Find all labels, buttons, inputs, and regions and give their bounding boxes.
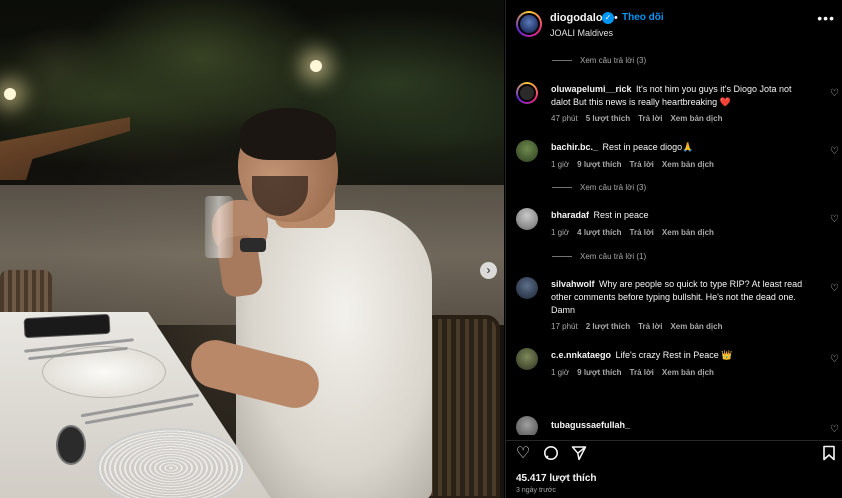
small-heart-icon[interactable]: ♡ (830, 354, 839, 365)
view-replies-button[interactable]: Xem câu trả lời (1) (552, 252, 646, 261)
comment-meta: 17 phút 2 lượt thích Trả lời Xem bản dịch (551, 322, 723, 331)
paper-plane-icon[interactable] (570, 445, 588, 463)
wristwatch (240, 238, 266, 252)
comment-text: tubagussaefullah_ (551, 419, 813, 432)
comment-text: silvahwolf Why are people so quick to ty… (551, 279, 803, 315)
post-photo: › (0, 0, 504, 498)
bookmark-icon[interactable] (820, 445, 838, 463)
comment-username[interactable]: bachir.bc._ (551, 142, 598, 152)
view-replies-button[interactable]: Xem câu trả lời (3) (552, 183, 646, 192)
comment-username[interactable]: bharadaf (551, 210, 589, 220)
comment-meta: 1 giờ 9 lượt thích Trả lời Xem bản dịch (551, 160, 714, 169)
view-replies-button[interactable]: Xem câu trả lời (3) (552, 56, 646, 65)
avatar[interactable] (516, 208, 538, 230)
heart-outline-icon[interactable]: ♡ (514, 445, 532, 463)
avatar (518, 13, 540, 35)
man-hair (240, 108, 336, 160)
comment-username[interactable]: oluwapelumi__rick (551, 84, 632, 94)
post-date[interactable]: 3 ngày trước (516, 487, 556, 494)
follow-button[interactable]: Theo dõi (622, 12, 664, 23)
lamp-light (4, 88, 16, 100)
pray-emoji: 🙏 (682, 142, 694, 152)
separator-dot: • (614, 12, 618, 24)
lamp-light (310, 60, 322, 72)
author-username[interactable]: diogodalot (550, 12, 606, 24)
more-options-icon[interactable]: ••• (817, 10, 835, 26)
chevron-right-icon: › (486, 263, 491, 277)
comment-bubble-icon[interactable] (542, 445, 560, 463)
comments-list[interactable]: Xem câu trả lời (3) oluwapelumi__rick It… (506, 50, 842, 435)
avatar[interactable] (516, 140, 538, 162)
author-avatar-ring[interactable] (516, 11, 542, 37)
spoon (56, 425, 86, 465)
verified-badge-icon: ✓ (602, 12, 614, 24)
avatar[interactable] (516, 82, 538, 104)
comment-meta: 47 phút 5 lượt thích Trả lời Xem bản dịch (551, 114, 723, 123)
comment-username[interactable]: tubagussaefullah_ (551, 420, 630, 430)
wicker-chair (420, 315, 500, 498)
comment-text: oluwapelumi__rick It's not him you guys … (551, 84, 792, 107)
comment-username[interactable]: c.e.nnkataego (551, 350, 611, 360)
comment-username[interactable]: silvahwolf (551, 279, 595, 289)
avatar[interactable] (516, 277, 538, 299)
next-photo-button[interactable]: › (480, 262, 497, 279)
small-heart-icon[interactable]: ♡ (830, 424, 839, 435)
comment-text: c.e.nnkataego Life's crazy Rest in Peace… (551, 350, 733, 360)
post-location[interactable]: JOALI Maldives (550, 28, 613, 38)
small-heart-icon[interactable]: ♡ (830, 283, 839, 294)
post-side-panel: diogodalot ✓ • Theo dõi JOALI Maldives •… (505, 0, 842, 498)
drinking-glass (205, 196, 233, 258)
avatar[interactable] (516, 348, 538, 370)
post-action-bar: ♡ (506, 440, 842, 462)
comment-meta: 1 giờ 4 lượt thích Trả lời Xem bản dịch (551, 228, 714, 237)
small-heart-icon[interactable]: ♡ (830, 214, 839, 225)
small-heart-icon[interactable]: ♡ (830, 88, 839, 99)
broken-heart-emoji: ❤️ (719, 97, 731, 107)
avatar[interactable] (516, 416, 538, 435)
small-heart-icon[interactable]: ♡ (830, 146, 839, 157)
crown-emoji: 👑 (721, 350, 733, 360)
comment-text: bharadaf Rest in peace (551, 210, 649, 220)
comment-text: bachir.bc._ Rest in peace diogo🙏 (551, 142, 694, 152)
likes-count[interactable]: 45.417 lượt thích (516, 473, 597, 484)
comment-meta: 1 giờ 9 lượt thích Trả lời Xem bản dịch (551, 368, 714, 377)
glass-plate (96, 428, 246, 498)
post-header: diogodalot ✓ • Theo dõi JOALI Maldives •… (506, 0, 842, 50)
